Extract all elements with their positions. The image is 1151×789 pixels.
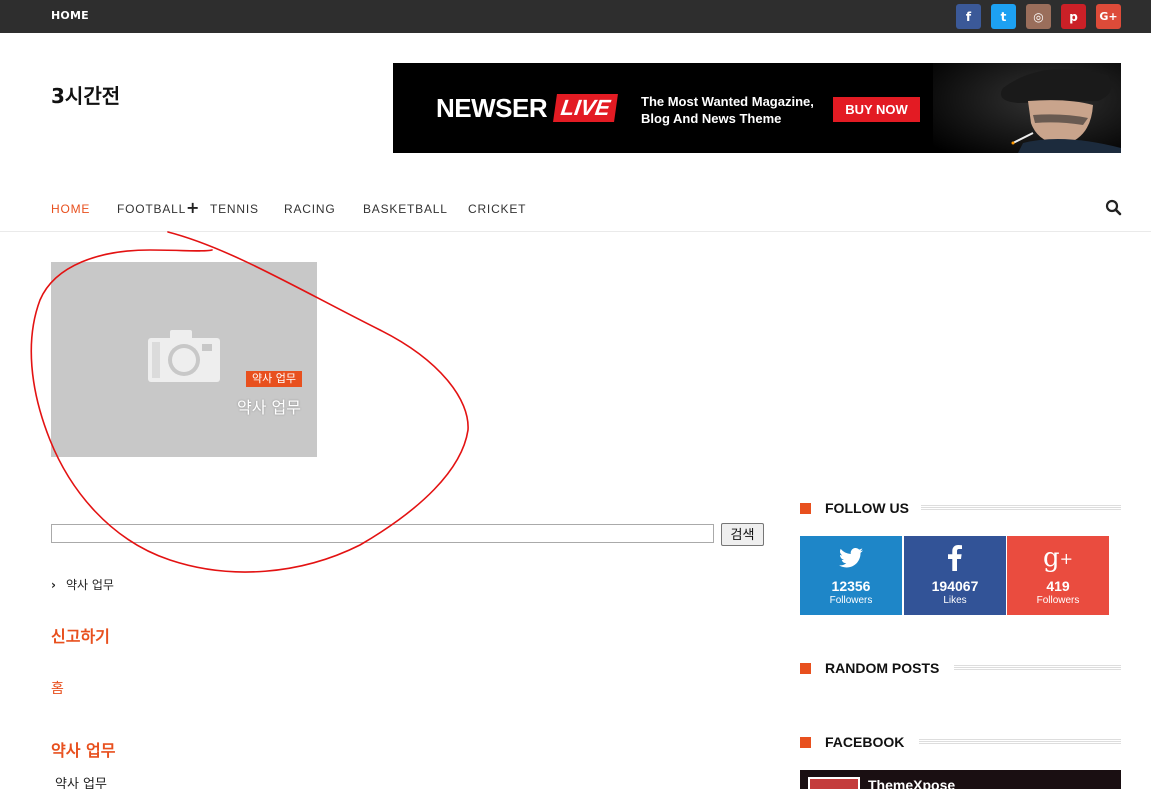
- nav-expand-icon[interactable]: +: [186, 198, 199, 217]
- top-home-link[interactable]: HOME: [51, 9, 89, 22]
- chevron-right-icon: ›: [51, 578, 56, 592]
- banner-brand: NEWSER: [436, 93, 548, 123]
- nav-football[interactable]: FOOTBALL: [117, 202, 186, 216]
- title-marker: [800, 736, 811, 748]
- section-heading[interactable]: 약사 업무: [51, 737, 115, 761]
- twitter-follow-box[interactable]: 12356 Followers: [800, 536, 902, 615]
- facebook-label: Likes: [943, 595, 967, 606]
- google-plus-label: Followers: [1036, 595, 1080, 606]
- facebook-page-plugin[interactable]: ThemeXpose: [800, 770, 1121, 789]
- banner-live-badge: LIVE: [553, 94, 618, 122]
- section-item[interactable]: 약사 업무: [55, 773, 107, 789]
- facebook-page-name[interactable]: ThemeXpose: [868, 777, 955, 789]
- list-item[interactable]: › 약사 업무: [51, 576, 114, 593]
- twitter-label: Followers: [829, 595, 873, 606]
- search-icon[interactable]: [1105, 199, 1123, 217]
- title-divider: [954, 665, 1121, 670]
- facebook-page-avatar: [808, 777, 860, 789]
- instagram-icon[interactable]: ◎: [1026, 4, 1051, 29]
- twitter-count: 12356: [831, 578, 871, 594]
- title-divider: [919, 739, 1121, 744]
- title-marker: [800, 662, 811, 674]
- title-marker: [800, 502, 811, 514]
- google-plus-icon: g +: [1042, 543, 1074, 573]
- google-plus-icon[interactable]: G+: [1096, 4, 1121, 29]
- camera-icon: [148, 330, 220, 382]
- facebook-icon[interactable]: f: [956, 4, 981, 29]
- search-input[interactable]: [51, 524, 714, 543]
- banner-man-image: [933, 63, 1121, 153]
- nav-racing[interactable]: RACING: [284, 202, 335, 216]
- buy-now-button[interactable]: BUY NOW: [833, 97, 920, 122]
- follow-us-title: FOLLOW US: [800, 500, 1121, 516]
- nav-basketball[interactable]: BASKETBALL: [363, 202, 448, 216]
- facebook-count: 194067: [931, 578, 979, 594]
- title-divider: [921, 505, 1121, 510]
- top-bar: HOME f t ◎ p G+: [0, 0, 1151, 33]
- home-link[interactable]: 홈: [51, 678, 64, 698]
- advert-banner[interactable]: NEWSER LIVE The Most Wanted Magazine, Bl…: [393, 63, 1121, 153]
- search-button[interactable]: 검색: [721, 523, 764, 546]
- post-title[interactable]: 약사 업무: [237, 394, 301, 418]
- google-plus-follow-box[interactable]: g + 419 Followers: [1007, 536, 1109, 615]
- twitter-icon: [800, 544, 902, 572]
- report-heading[interactable]: 신고하기: [51, 623, 110, 647]
- nav-home[interactable]: HOME: [51, 202, 90, 216]
- pinterest-icon[interactable]: p: [1061, 4, 1086, 29]
- random-posts-title: RANDOM POSTS: [800, 660, 1121, 676]
- nav-cricket[interactable]: CRICKET: [468, 202, 526, 216]
- google-plus-count: 419: [1046, 578, 1070, 594]
- twitter-icon[interactable]: t: [991, 4, 1016, 29]
- nav-divider: [0, 231, 1151, 232]
- nav-tennis[interactable]: TENNIS: [210, 202, 259, 216]
- facebook-icon: [904, 544, 1006, 572]
- facebook-widget-title: FACEBOOK: [800, 734, 1121, 750]
- banner-tagline: The Most Wanted Magazine, Blog And News …: [641, 94, 814, 126]
- facebook-follow-box[interactable]: 194067 Likes: [904, 536, 1006, 615]
- post-category-badge[interactable]: 약사 업무: [246, 371, 302, 387]
- featured-post-thumbnail[interactable]: 약사 업무 약사 업무: [51, 262, 317, 457]
- site-title[interactable]: 3시간전: [51, 80, 120, 109]
